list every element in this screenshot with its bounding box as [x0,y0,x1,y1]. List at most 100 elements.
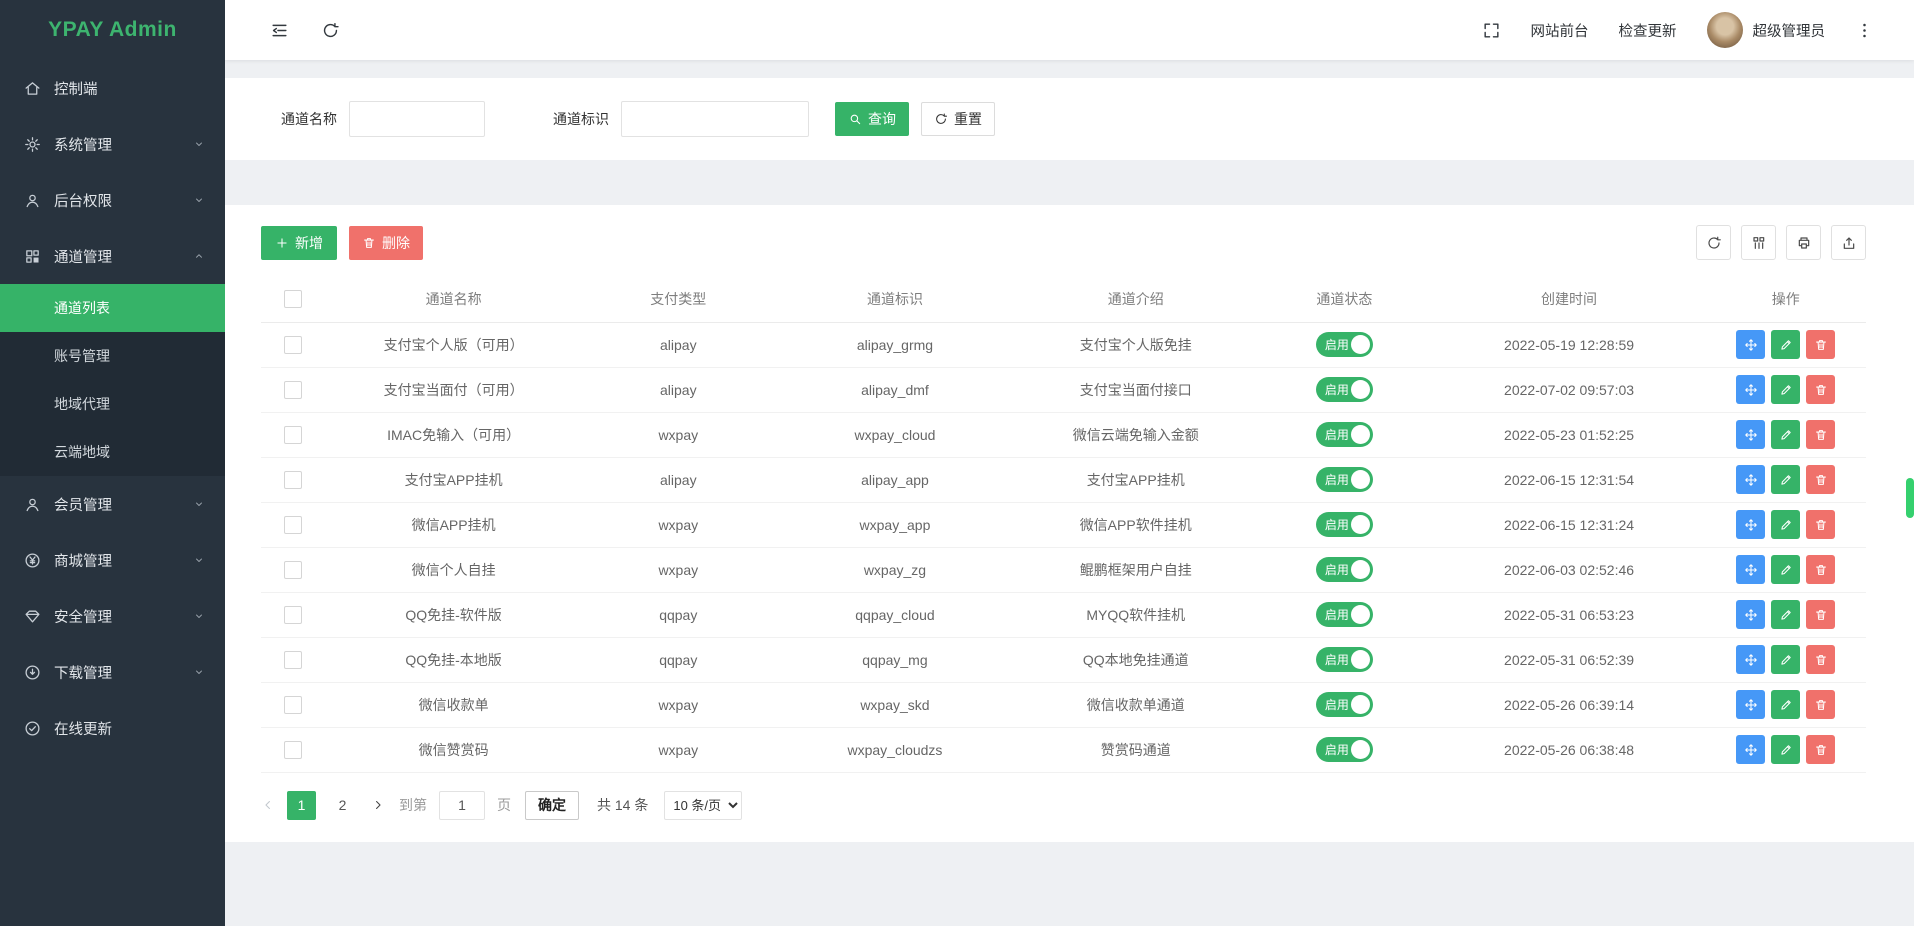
row-checkbox[interactable] [284,336,302,354]
channel-name-input[interactable] [349,101,485,137]
user-menu[interactable]: 超级管理员 [1707,12,1826,48]
confirm-button[interactable]: 确定 [525,791,579,820]
sidebar-subitem-channel-list[interactable]: 通道列表 [0,284,225,332]
row-checkbox[interactable] [284,516,302,534]
move-button[interactable] [1736,330,1765,359]
delete-button[interactable]: 删除 [349,226,423,260]
channel-status-cell: 启用 [1256,637,1433,682]
delete-row-button[interactable] [1806,375,1835,404]
row-checkbox[interactable] [284,561,302,579]
status-toggle[interactable]: 启用 [1316,467,1373,492]
reset-button[interactable]: 重置 [921,102,995,136]
sidebar-item-member[interactable]: 会员管理 [0,476,225,532]
sidebar-subitem-cloud-region[interactable]: 云端地域 [0,428,225,476]
query-button[interactable]: 查询 [835,102,909,136]
status-toggle[interactable]: 启用 [1316,512,1373,537]
sidebar-item-update[interactable]: 在线更新 [0,700,225,756]
row-select-cell [261,457,325,502]
row-checkbox[interactable] [284,741,302,759]
edit-button[interactable] [1771,420,1800,449]
sidebar-item-auth[interactable]: 后台权限 [0,172,225,228]
sidebar-item-console[interactable]: 控制端 [0,60,225,116]
sidebar-item-download[interactable]: 下载管理 [0,644,225,700]
delete-row-button[interactable] [1806,690,1835,719]
row-select-cell [261,727,325,772]
edit-button[interactable] [1771,690,1800,719]
pay-type-cell: alipay [582,367,775,412]
print-button[interactable] [1786,225,1821,260]
row-checkbox[interactable] [284,606,302,624]
row-checkbox[interactable] [284,651,302,669]
page-number-1[interactable]: 1 [287,791,316,820]
edit-button[interactable] [1771,645,1800,674]
row-checkbox[interactable] [284,381,302,399]
more-vertical-icon[interactable] [1855,21,1874,40]
collapse-menu-icon[interactable] [270,21,289,40]
delete-row-button[interactable] [1806,645,1835,674]
channel-intro-cell: 赞赏码通道 [1015,727,1256,772]
sidebar-subitem-region-agent[interactable]: 地域代理 [0,380,225,428]
move-button[interactable] [1736,645,1765,674]
refresh-button[interactable] [1696,225,1731,260]
status-toggle[interactable]: 启用 [1316,602,1373,627]
chevron-down-icon [193,194,205,206]
columns-button[interactable] [1741,225,1776,260]
channel-ident-input[interactable] [621,101,809,137]
edit-button[interactable] [1771,465,1800,494]
edit-button[interactable] [1771,600,1800,629]
sidebar-item-system[interactable]: 系统管理 [0,116,225,172]
refresh-icon[interactable] [321,21,340,40]
edit-button[interactable] [1771,735,1800,764]
scrollbar-thumb[interactable] [1906,478,1914,518]
move-button[interactable] [1736,510,1765,539]
row-checkbox[interactable] [284,426,302,444]
row-checkbox[interactable] [284,696,302,714]
sidebar-subitem-account[interactable]: 账号管理 [0,332,225,380]
column-header: 通道状态 [1256,276,1433,322]
status-toggle[interactable]: 启用 [1316,422,1373,447]
delete-row-button[interactable] [1806,330,1835,359]
status-toggle[interactable]: 启用 [1316,737,1373,762]
edit-button[interactable] [1771,555,1800,584]
edit-button[interactable] [1771,330,1800,359]
column-header: 通道名称 [325,276,582,322]
move-button[interactable] [1736,375,1765,404]
sidebar-item-mall[interactable]: 商城管理 [0,532,225,588]
edit-button[interactable] [1771,510,1800,539]
move-button[interactable] [1736,735,1765,764]
select-all-checkbox[interactable] [284,290,302,308]
created-time-cell: 2022-05-31 06:52:39 [1433,637,1706,682]
fullscreen-icon[interactable] [1482,21,1501,40]
status-toggle[interactable]: 启用 [1316,692,1373,717]
add-button[interactable]: 新增 [261,226,337,260]
edit-button[interactable] [1771,375,1800,404]
move-button[interactable] [1736,465,1765,494]
export-button[interactable] [1831,225,1866,260]
sidebar-item-security[interactable]: 安全管理 [0,588,225,644]
delete-row-button[interactable] [1806,510,1835,539]
sidebar-item-channel[interactable]: 通道管理 [0,228,225,284]
move-button[interactable] [1736,420,1765,449]
delete-row-button[interactable] [1806,600,1835,629]
delete-row-button[interactable] [1806,735,1835,764]
move-button[interactable] [1736,555,1765,584]
status-toggle[interactable]: 启用 [1316,557,1373,582]
prev-page-icon[interactable] [261,798,275,812]
move-button[interactable] [1736,690,1765,719]
status-toggle[interactable]: 启用 [1316,332,1373,357]
delete-row-button[interactable] [1806,465,1835,494]
app-title: YPAY Admin [0,0,225,60]
move-button[interactable] [1736,600,1765,629]
status-toggle[interactable]: 启用 [1316,377,1373,402]
delete-row-button[interactable] [1806,555,1835,584]
page-number-2[interactable]: 2 [328,791,357,820]
per-page-select[interactable]: 10 条/页 [664,791,742,820]
table-row: 支付宝当面付（可用）alipayalipay_dmf支付宝当面付接口启用2022… [261,367,1866,412]
goto-page-input[interactable] [439,791,485,820]
next-page-icon[interactable] [371,798,385,812]
check-update-link[interactable]: 检查更新 [1619,20,1677,41]
row-checkbox[interactable] [284,471,302,489]
site-front-link[interactable]: 网站前台 [1531,20,1589,41]
status-toggle[interactable]: 启用 [1316,647,1373,672]
delete-row-button[interactable] [1806,420,1835,449]
